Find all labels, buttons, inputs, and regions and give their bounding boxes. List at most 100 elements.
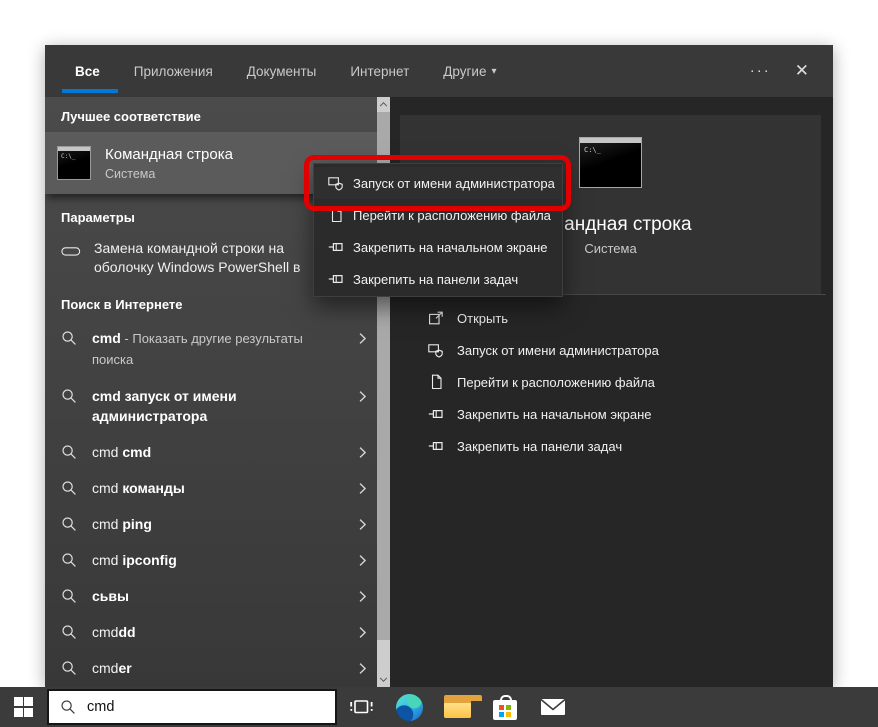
text-segment: er: [118, 660, 131, 676]
task-view-button[interactable]: [337, 687, 385, 727]
preview-actions-list: Открыть Запуск от имени администратора П…: [390, 302, 833, 462]
microsoft-store-button[interactable]: [481, 687, 529, 727]
search-icon: [61, 444, 77, 460]
context-menu-item[interactable]: Запуск от имени администратора: [314, 167, 562, 199]
chevron-right-icon[interactable]: [356, 626, 369, 639]
text-segment: cmd: [92, 516, 122, 532]
tabbar-right-controls: ··· ✕: [750, 45, 833, 97]
preview-app-subtitle: Система: [584, 241, 636, 256]
search-suggestion[interactable]: cmd ping: [45, 506, 377, 542]
context-menu-label: Закрепить на начальном экране: [353, 240, 548, 255]
start-button[interactable]: [0, 687, 47, 727]
best-match-subtitle: Система: [105, 167, 233, 181]
web-suggestions-list: cmd - Показать другие результаты поиска …: [45, 320, 377, 686]
pin-icon: [428, 438, 444, 454]
search-icon: [61, 588, 77, 604]
search-icon: [61, 624, 77, 640]
best-match-text: Командная строка Система: [105, 146, 233, 181]
search-suggestion[interactable]: cmd cmd: [45, 434, 377, 470]
screenshot-stage: Все Приложения Документы Интерне: [0, 0, 878, 727]
more-options-button[interactable]: ···: [750, 66, 771, 76]
search-suggestion[interactable]: cmder: [45, 650, 377, 686]
search-filter-tab[interactable]: Приложения: [121, 45, 231, 97]
text-segment: ipconfig: [122, 552, 176, 568]
search-icon: [61, 516, 77, 532]
search-filter-tab[interactable]: Другие ▾: [430, 45, 509, 97]
taskbar-search-input[interactable]: [85, 698, 319, 716]
action-label: Запуск от имени администратора: [457, 343, 659, 358]
search-suggestion[interactable]: cmd команды: [45, 470, 377, 506]
pin-icon: [328, 239, 344, 255]
chevron-right-icon[interactable]: [356, 332, 369, 345]
chevron-right-icon[interactable]: [356, 554, 369, 567]
context-menu-label: Перейти к расположению файла: [353, 208, 551, 223]
search-suggestion[interactable]: сьвы: [45, 578, 377, 614]
open-icon: [428, 310, 444, 326]
preview-action[interactable]: Запуск от имени администратора: [390, 334, 833, 366]
text-segment: ping: [122, 516, 152, 532]
file-explorer-button[interactable]: [433, 687, 481, 727]
chevron-up-icon: [379, 100, 388, 109]
tabs-group: Все Приложения Документы Интерне: [45, 45, 513, 97]
suggestion-text: cmd запуск от имени администратора: [92, 386, 327, 426]
context-menu-item[interactable]: Закрепить на начальном экране: [314, 231, 562, 263]
file-explorer-icon: [444, 696, 471, 718]
suggestion-text: cmd ipconfig: [92, 550, 327, 570]
suggestion-text: cmddd: [92, 622, 327, 642]
preview-action[interactable]: Перейти к расположению файла: [390, 366, 833, 398]
text-segment: cmd: [92, 552, 122, 568]
scroll-up-button[interactable]: [377, 97, 390, 112]
file-location-icon: [328, 207, 344, 223]
best-match-header: Лучшее соответствие: [45, 97, 377, 132]
tab-label: Другие: [443, 64, 486, 79]
cmd-app-icon: [57, 146, 91, 180]
action-label: Закрепить на начальном экране: [457, 407, 652, 422]
mail-button[interactable]: [529, 687, 577, 727]
chevron-right-icon[interactable]: [356, 518, 369, 531]
search-filter-tab[interactable]: Все: [62, 45, 118, 97]
edge-icon: [396, 694, 423, 721]
search-icon: [61, 552, 77, 568]
edge-browser-button[interactable]: [385, 687, 433, 727]
text-segment: cmd: [92, 660, 118, 676]
mail-icon: [540, 697, 566, 717]
taskbar: [0, 687, 878, 727]
text-segment: cmd: [92, 480, 122, 496]
context-menu-item[interactable]: Перейти к расположению файла: [314, 199, 562, 231]
tab-label: Документы: [247, 64, 317, 79]
text-segment: cmd запуск от имени администратора: [92, 388, 237, 424]
microsoft-store-icon: [493, 700, 517, 720]
search-suggestion[interactable]: cmddd: [45, 614, 377, 650]
chevron-right-icon[interactable]: [356, 482, 369, 495]
search-suggestion[interactable]: cmd запуск от имени администратора: [45, 378, 377, 434]
file-location-icon: [428, 374, 444, 390]
action-label: Открыть: [457, 311, 508, 326]
chevron-down-icon: [379, 675, 388, 684]
text-segment: cmd: [92, 624, 118, 640]
cmd-app-icon-large: [579, 137, 642, 188]
chevron-right-icon[interactable]: [356, 446, 369, 459]
best-match-title: Командная строка: [105, 146, 233, 163]
search-filter-tab[interactable]: Документы: [234, 45, 335, 97]
search-filter-tab[interactable]: Интернет: [337, 45, 427, 97]
search-icon: [61, 480, 77, 496]
run-admin-icon: [328, 175, 344, 191]
context-menu-item[interactable]: Закрепить на панели задач: [314, 263, 562, 295]
search-suggestion[interactable]: cmd ipconfig: [45, 542, 377, 578]
context-menu-label: Закрепить на панели задач: [353, 272, 518, 287]
taskbar-search-box[interactable]: [47, 689, 337, 725]
settings-result-text: Замена командной строки на оболочку Wind…: [94, 239, 339, 277]
close-button[interactable]: ✕: [795, 61, 809, 81]
preview-action[interactable]: Закрепить на начальном экране: [390, 398, 833, 430]
suggestion-text: cmd - Показать другие результаты поиска: [92, 328, 327, 370]
preview-action[interactable]: Открыть: [390, 302, 833, 334]
pin-icon: [328, 271, 344, 287]
chevron-right-icon[interactable]: [356, 662, 369, 675]
chevron-right-icon[interactable]: [356, 390, 369, 403]
context-menu-label: Запуск от имени администратора: [353, 176, 555, 191]
search-suggestion[interactable]: cmd - Показать другие результаты поиска: [45, 320, 377, 378]
preview-action[interactable]: Закрепить на панели задач: [390, 430, 833, 462]
chevron-right-icon[interactable]: [356, 590, 369, 603]
text-segment: cmd: [92, 444, 122, 460]
scroll-down-button[interactable]: [377, 672, 390, 687]
